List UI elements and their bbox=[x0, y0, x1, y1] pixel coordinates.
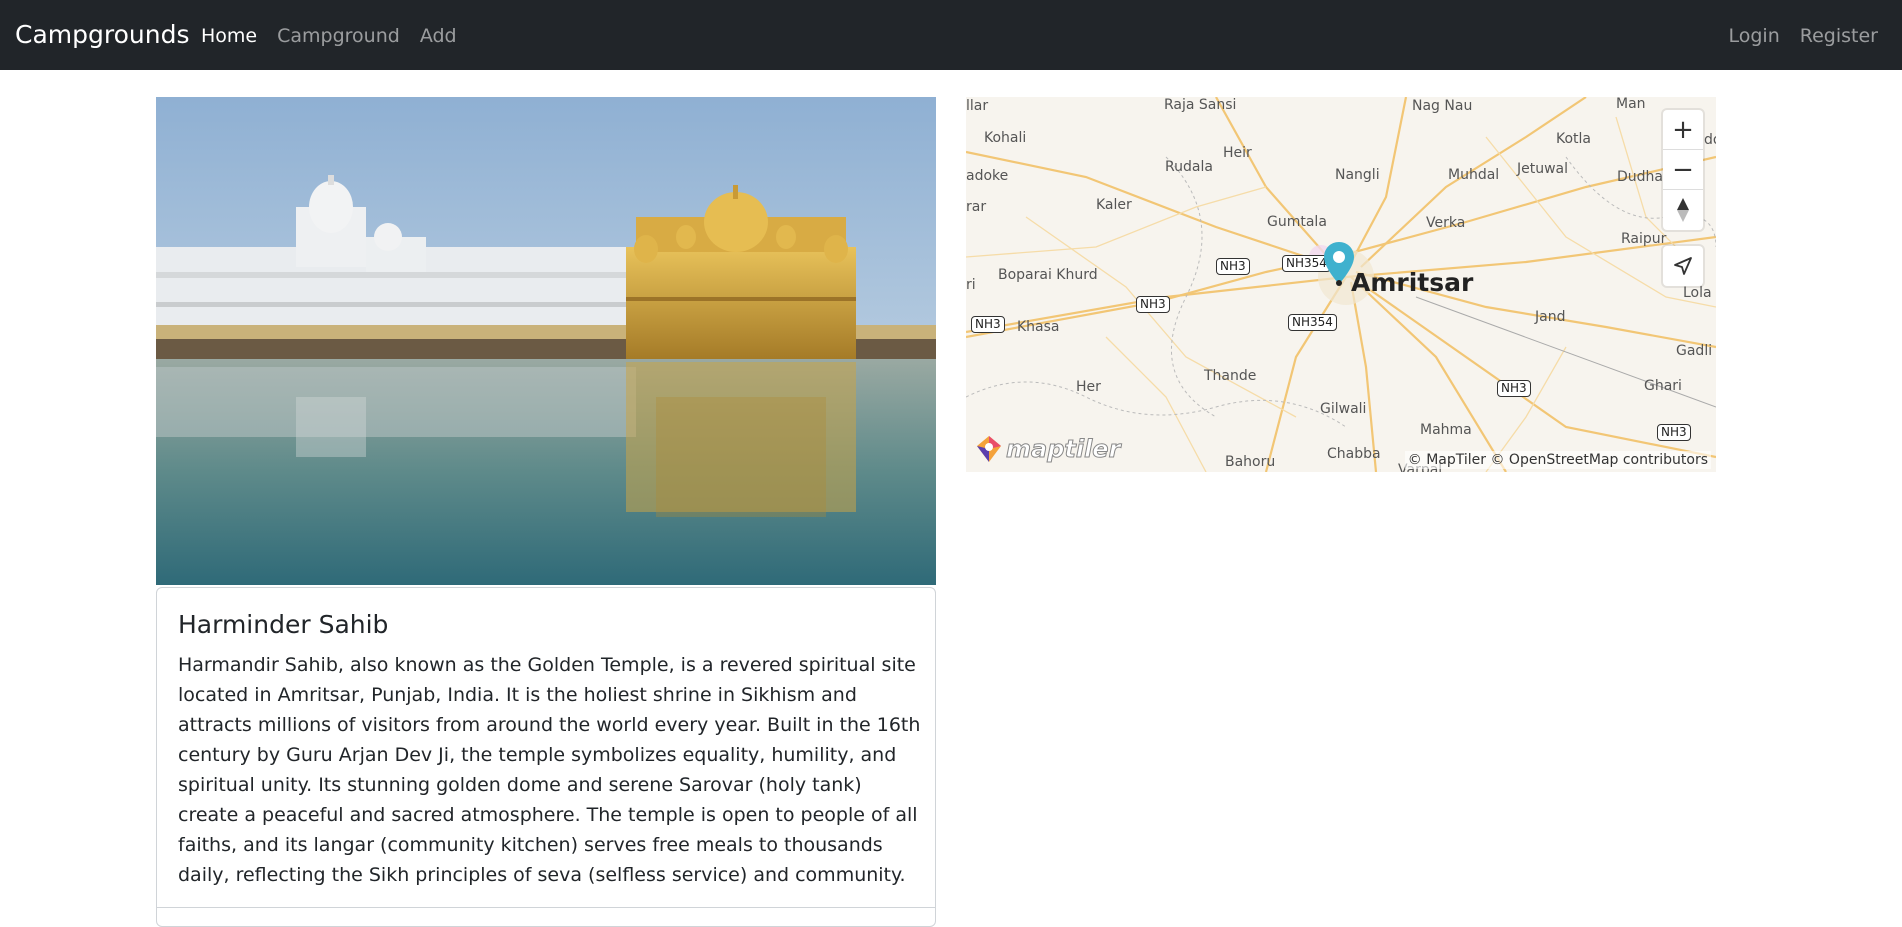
card-divider bbox=[157, 907, 935, 908]
maptiler-logo-text: maptiler bbox=[1005, 435, 1121, 463]
map-city-label: Amritsar bbox=[1351, 268, 1474, 297]
map-place-label: Jetuwal bbox=[1517, 161, 1569, 177]
map-place-label: Verka bbox=[1426, 215, 1466, 231]
campground-title: Harminder Sahib bbox=[178, 610, 389, 639]
nav-add-link[interactable]: Add bbox=[420, 22, 457, 50]
highway-shield: NH3 bbox=[971, 316, 1005, 333]
map-place-label: Ghari bbox=[1644, 378, 1682, 394]
map-place-label: Raja Sansi bbox=[1164, 97, 1237, 113]
map-place-label: rar bbox=[966, 199, 987, 215]
maptiler-logo[interactable]: maptiler bbox=[974, 434, 1121, 464]
nav-campground-link[interactable]: Campground bbox=[277, 22, 400, 50]
map-place-label: Muhdal bbox=[1448, 167, 1500, 183]
map-place-label: Nangli bbox=[1335, 167, 1380, 183]
login-link[interactable]: Login bbox=[1729, 22, 1780, 50]
highway-shield: NH3 bbox=[1216, 258, 1250, 275]
highway-shield: NH3 bbox=[1657, 424, 1691, 441]
top-navbar: Campgrounds Home Campground Add Login Re… bbox=[0, 0, 1902, 70]
highway-shield: NH354 bbox=[1288, 314, 1337, 331]
compass-icon bbox=[1677, 198, 1689, 222]
map-place-label: Heir bbox=[1223, 145, 1252, 161]
nav-home-link[interactable]: Home bbox=[201, 22, 257, 50]
map[interactable]: llar Raja Sansi Nag Nau Man Kohali Heir … bbox=[966, 97, 1716, 472]
compass-button[interactable] bbox=[1663, 190, 1703, 230]
maptiler-logo-icon bbox=[977, 436, 1001, 462]
map-place-label: Kotla bbox=[1556, 131, 1592, 147]
map-place-label: Khasa bbox=[1017, 319, 1060, 335]
map-place-label: Gumtala bbox=[1267, 214, 1327, 230]
map-place-label: do bbox=[1704, 132, 1716, 148]
brand-link[interactable]: Campgrounds bbox=[15, 19, 189, 51]
map-place-label: Jand bbox=[1535, 309, 1566, 325]
zoom-in-button[interactable]: + bbox=[1663, 110, 1703, 150]
map-place-label: Nag Nau bbox=[1412, 98, 1473, 114]
geolocate-control bbox=[1663, 246, 1703, 286]
map-place-label: Bahoru bbox=[1225, 454, 1276, 470]
map-attribution[interactable]: © MapTiler © OpenStreetMap contributors bbox=[1404, 451, 1711, 469]
map-place-label: adoke bbox=[966, 168, 1009, 184]
highway-shield: NH3 bbox=[1497, 380, 1531, 397]
geolocate-icon bbox=[1674, 257, 1692, 275]
map-place-label: Gilwali bbox=[1320, 401, 1367, 417]
map-place-label: Mahma bbox=[1420, 422, 1472, 438]
map-place-label: Man bbox=[1616, 97, 1646, 112]
map-place-label: Dudha bbox=[1617, 169, 1663, 185]
map-place-label: Boparai Khurd bbox=[998, 267, 1098, 283]
map-place-label: Rudala bbox=[1165, 159, 1213, 175]
campground-card: Harminder Sahib Harmandir Sahib, also kn… bbox=[156, 587, 936, 927]
map-place-label: Her bbox=[1076, 379, 1101, 395]
campground-photo bbox=[156, 97, 936, 585]
map-place-label: Gadli bbox=[1676, 343, 1713, 359]
map-place-label: Lola bbox=[1683, 285, 1712, 301]
map-place-label: Kaler bbox=[1096, 197, 1132, 213]
highway-shield: NH3 bbox=[1136, 296, 1170, 313]
map-place-label: ri bbox=[966, 277, 976, 293]
register-link[interactable]: Register bbox=[1800, 22, 1878, 50]
location-marker-icon[interactable] bbox=[1322, 240, 1356, 288]
nav-links: Home Campground Add bbox=[201, 22, 457, 50]
map-place-label: llar bbox=[966, 98, 989, 114]
auth-links: Login Register bbox=[1729, 22, 1879, 50]
zoom-out-button[interactable]: − bbox=[1663, 150, 1703, 190]
zoom-controls: + − bbox=[1663, 110, 1703, 230]
map-place-label: Thande bbox=[1204, 368, 1257, 384]
map-place-label: Chabba bbox=[1327, 446, 1381, 462]
map-place-label: Raipur bbox=[1621, 231, 1667, 247]
map-place-label: Kohali bbox=[984, 130, 1027, 146]
geolocate-button[interactable] bbox=[1663, 246, 1703, 286]
campground-description: Harmandir Sahib, also known as the Golde… bbox=[178, 654, 921, 886]
